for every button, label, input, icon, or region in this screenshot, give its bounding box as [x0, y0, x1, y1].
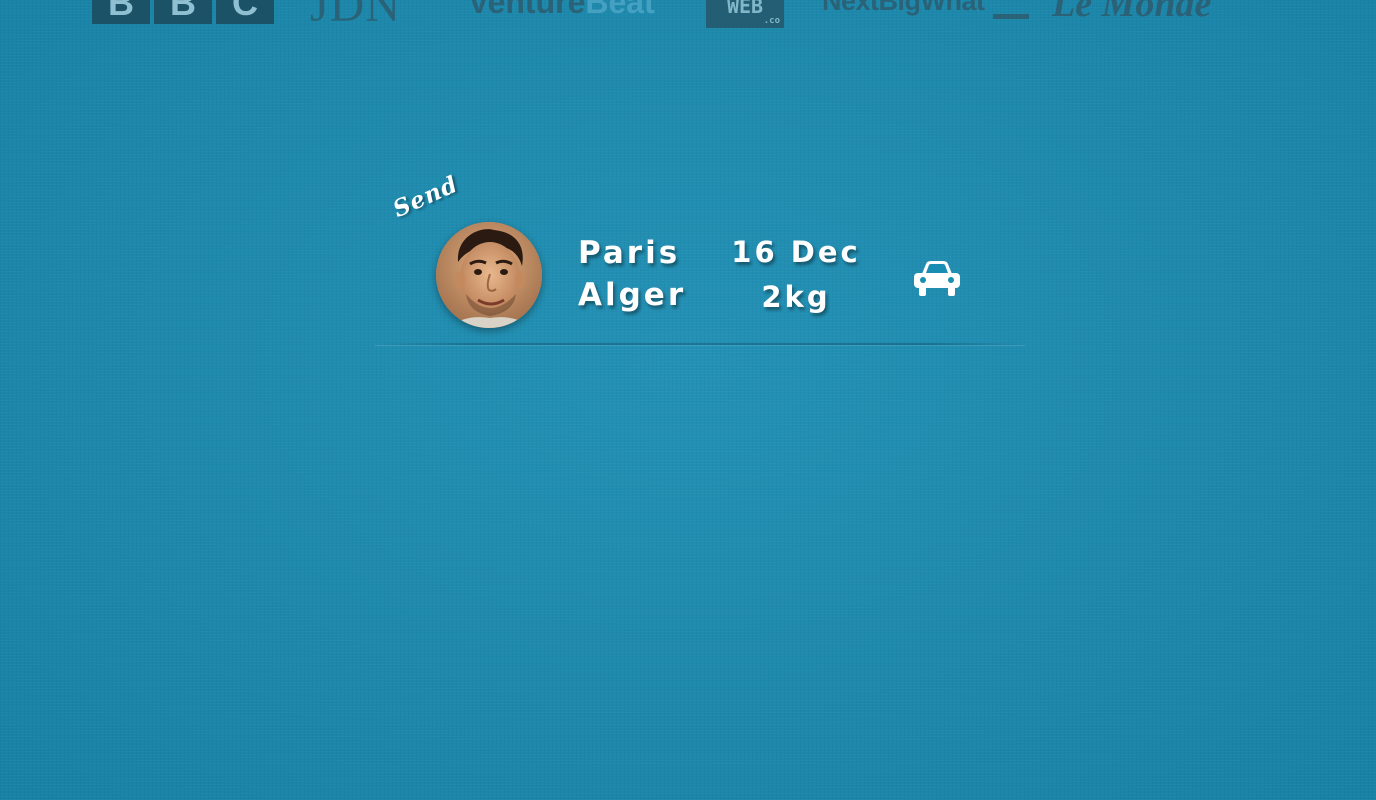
web-logo: WEB .co — [706, 0, 784, 28]
bbc-logo: B B C — [92, 0, 274, 24]
avatar-photo — [436, 222, 542, 328]
request-type-label: Send — [389, 170, 463, 223]
nextbigwhat-logo: NextBigWhat — [822, 0, 985, 16]
bbc-logo-letter: B — [92, 0, 150, 24]
venturebeat-logo-part1: Venture — [468, 0, 586, 20]
from-city: Paris — [578, 235, 681, 271]
bbc-logo-letter: B — [154, 0, 212, 24]
web-logo-text: WEB — [726, 0, 764, 18]
press-logos: B B C JDN VentureBeat WEB .co NextBigWha… — [0, 0, 1376, 40]
row-divider — [375, 343, 1025, 345]
shipment-details: 16 Dec 2kg — [728, 232, 864, 322]
lemonde-logo: Le Monde — [1052, 0, 1212, 25]
bbc-logo-letter: C — [216, 0, 274, 24]
shipment-weight: 2kg — [761, 280, 831, 314]
nextbigwhat-logo-bar — [993, 14, 1029, 19]
avatar[interactable] — [436, 222, 542, 328]
shipment-date: 16 Dec — [731, 235, 861, 269]
web-logo-suffix: .co — [763, 16, 780, 26]
to-city: Alger — [578, 277, 687, 313]
route: Paris Alger — [578, 232, 688, 316]
venturebeat-logo-part2: Beat — [585, 0, 655, 20]
jdn-logo: JDN — [310, 0, 402, 32]
car-icon — [912, 258, 962, 298]
venturebeat-logo: VentureBeat — [468, 0, 655, 21]
